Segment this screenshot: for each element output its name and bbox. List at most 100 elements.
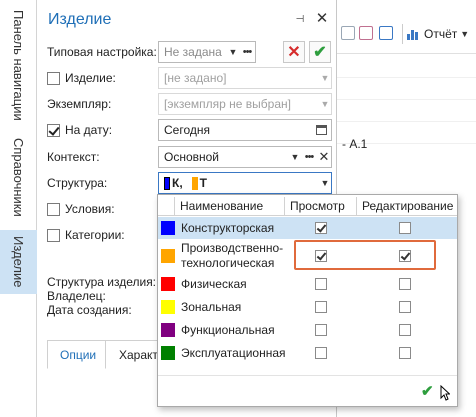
ok-check-icon[interactable]: ✔ bbox=[421, 384, 437, 399]
context-value: Основной bbox=[164, 150, 220, 164]
edit-checkbox[interactable] bbox=[399, 301, 411, 313]
panel-title: Изделие bbox=[48, 11, 112, 28]
conditions-checkbox[interactable] bbox=[47, 203, 60, 216]
close-icon[interactable]: ✕ bbox=[315, 11, 329, 27]
apply-setting-button[interactable]: ✔ bbox=[309, 41, 331, 63]
mouse-cursor-icon bbox=[440, 385, 450, 401]
chevron-down-icon[interactable]: ▼ bbox=[319, 73, 331, 83]
date-field[interactable]: Сегодня bbox=[158, 119, 332, 141]
toolbar-edit-icon[interactable] bbox=[379, 26, 393, 40]
toolbar-remove-icon[interactable] bbox=[359, 26, 373, 40]
on-date-checkbox[interactable] bbox=[47, 124, 60, 137]
instance-value: [экземпляр не выбран] bbox=[164, 97, 291, 111]
report-label: Отчёт bbox=[424, 27, 458, 41]
grid-header: Наименование Просмотр Редактирование bbox=[158, 197, 457, 216]
categories-label: Категории: bbox=[65, 228, 125, 242]
color-swatch bbox=[161, 300, 175, 314]
color-swatch bbox=[161, 249, 175, 263]
structure-field[interactable]: К, Т ▼ bbox=[158, 172, 332, 194]
structure-popup: Наименование Просмотр Редактирование Кон… bbox=[157, 194, 458, 407]
color-swatch bbox=[161, 323, 175, 337]
toolbar-doc-icon[interactable] bbox=[341, 26, 355, 40]
typical-setting-value: Не задана bbox=[164, 45, 222, 59]
structure-value-k: К, bbox=[172, 176, 183, 190]
grid-header-edit[interactable]: Редактирование bbox=[357, 197, 457, 216]
row-name: Эксплуатационная bbox=[181, 346, 286, 360]
chevron-down-icon[interactable]: ▼ bbox=[289, 152, 301, 162]
pin-icon[interactable]: ⊣ bbox=[294, 14, 306, 26]
side-tab-strip: Панель навигации Справочники Изделие bbox=[0, 0, 37, 417]
typical-setting-field[interactable]: Не задана ▼ ••• bbox=[158, 41, 256, 63]
side-tab-references-label: Справочники bbox=[11, 137, 26, 217]
edit-checkbox[interactable] bbox=[399, 324, 411, 336]
view-checkbox[interactable] bbox=[315, 222, 327, 234]
row-name: Производственно-технологическая bbox=[181, 241, 284, 270]
structure-info-label: Структура изделия: bbox=[47, 275, 157, 289]
more-icon[interactable]: ••• bbox=[239, 46, 255, 58]
edit-checkbox[interactable] bbox=[399, 278, 411, 290]
product-label: Изделие: bbox=[65, 71, 116, 85]
date-value: Сегодня bbox=[164, 123, 210, 137]
view-checkbox[interactable] bbox=[315, 324, 327, 336]
conditions-label: Условия: bbox=[65, 202, 115, 216]
background-list bbox=[337, 56, 476, 144]
color-swatch bbox=[161, 346, 175, 360]
chevron-down-icon[interactable]: ▼ bbox=[227, 47, 239, 57]
color-swatch bbox=[161, 277, 175, 291]
report-button[interactable]: Отчёт ▼ bbox=[407, 23, 469, 45]
row-name: Конструкторская bbox=[181, 221, 275, 235]
product-field[interactable]: [не задано] ▼ bbox=[158, 67, 332, 89]
popup-footer-divider bbox=[158, 375, 457, 376]
more-icon[interactable]: ••• bbox=[301, 151, 317, 163]
side-tab-navigation-label: Панель навигации bbox=[11, 9, 26, 121]
color-swatch bbox=[161, 221, 175, 235]
grid-row[interactable]: Зональная bbox=[158, 296, 457, 319]
row-name: Физическая bbox=[181, 277, 247, 291]
context-label: Контекст: bbox=[47, 150, 100, 164]
edit-checkbox[interactable] bbox=[399, 347, 411, 359]
view-checkbox[interactable] bbox=[315, 301, 327, 313]
row-name: Функциональная bbox=[181, 323, 275, 337]
categories-checkbox[interactable] bbox=[47, 229, 60, 242]
grid-row[interactable]: Физическая bbox=[158, 273, 457, 296]
grid-row[interactable]: Функциональная bbox=[158, 319, 457, 342]
side-tab-product-label: Изделие bbox=[11, 236, 26, 288]
instance-field[interactable]: [экземпляр не выбран] ▼ bbox=[158, 93, 332, 115]
view-checkbox[interactable] bbox=[315, 347, 327, 359]
side-tab-references[interactable]: Справочники bbox=[0, 128, 37, 226]
grid-header-view[interactable]: Просмотр bbox=[285, 197, 357, 216]
context-field[interactable]: Основной ▼ ••• ✕ bbox=[158, 146, 332, 168]
calendar-icon[interactable] bbox=[311, 120, 331, 140]
side-tab-navigation[interactable]: Панель навигации bbox=[0, 6, 37, 124]
owner-label: Владелец: bbox=[47, 289, 106, 303]
tab-options-label: Опции bbox=[60, 347, 97, 362]
product-checkbox[interactable] bbox=[47, 72, 60, 85]
on-date-label: На дату: bbox=[65, 123, 113, 137]
instance-label: Экземпляр: bbox=[47, 97, 112, 111]
cancel-setting-button[interactable]: ✕ bbox=[283, 41, 305, 63]
structure-value: К, Т bbox=[164, 176, 319, 190]
swatch-blue bbox=[164, 176, 170, 190]
chevron-down-icon[interactable]: ▼ bbox=[319, 99, 331, 109]
report-chevron-down-icon: ▼ bbox=[460, 29, 470, 39]
grid-header-name[interactable]: Наименование bbox=[175, 197, 285, 216]
report-chart-icon bbox=[407, 28, 421, 40]
typical-setting-label: Типовая настройка: bbox=[47, 45, 157, 59]
product-value: [не задано] bbox=[164, 71, 227, 85]
highlight-box bbox=[294, 240, 436, 270]
swatch-orange bbox=[191, 176, 198, 190]
chevron-down-icon[interactable]: ▼ bbox=[319, 178, 331, 188]
view-checkbox[interactable] bbox=[315, 278, 327, 290]
grid-header-swatch bbox=[158, 197, 175, 216]
tab-characteristics-label: Характ bbox=[119, 348, 158, 362]
grid-row[interactable]: Эксплуатационная bbox=[158, 342, 457, 365]
background-toolbar: Отчёт ▼ bbox=[337, 14, 476, 54]
clear-icon[interactable]: ✕ bbox=[317, 149, 331, 165]
structure-label: Структура: bbox=[47, 176, 108, 190]
side-tab-product[interactable]: Изделие bbox=[0, 230, 37, 294]
background-row-text: - А.1 bbox=[342, 137, 368, 151]
edit-checkbox[interactable] bbox=[399, 222, 411, 234]
tab-options[interactable]: Опции bbox=[47, 341, 106, 369]
structure-value-t: Т bbox=[199, 176, 208, 190]
grid-row[interactable]: Конструкторская bbox=[158, 217, 457, 239]
